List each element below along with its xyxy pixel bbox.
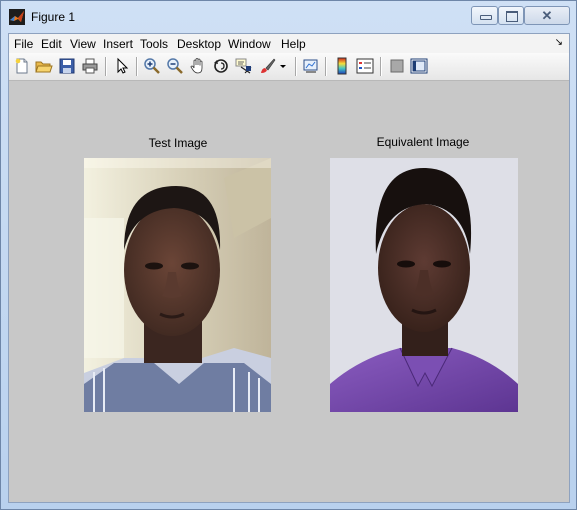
legend-icon[interactable] — [356, 57, 374, 75]
toolbar-separator — [380, 57, 381, 76]
data-cursor-icon[interactable] — [235, 57, 253, 75]
toolbar-separator — [295, 57, 296, 76]
equivalent-image — [330, 158, 518, 412]
brush-dropdown-icon[interactable] — [279, 57, 287, 75]
menu-overflow-icon[interactable]: ↘ — [555, 37, 563, 48]
toolbar-separator — [325, 57, 326, 76]
close-button[interactable]: ✕ — [524, 6, 570, 25]
figure-client-area: File Edit View Insert Tools Desktop Wind… — [8, 33, 570, 503]
maximize-button[interactable] — [498, 6, 524, 25]
minimize-button[interactable] — [471, 6, 498, 25]
toolbar-separator — [136, 57, 137, 76]
zoom-in-icon[interactable] — [143, 57, 161, 75]
toolbar-separator — [105, 57, 106, 76]
menu-edit[interactable]: Edit — [41, 37, 62, 51]
left-axes-title: Test Image — [148, 136, 208, 150]
title-bar[interactable]: Figure 1 ✕ — [1, 1, 576, 33]
menu-tools[interactable]: Tools — [140, 37, 168, 51]
window-title: Figure 1 — [31, 10, 76, 24]
show-plot-tools-icon[interactable] — [410, 57, 428, 75]
test-image — [84, 158, 271, 412]
zoom-out-icon[interactable] — [166, 57, 184, 75]
figure-toolbar — [9, 53, 569, 81]
menu-desktop[interactable]: Desktop — [177, 37, 221, 51]
menu-insert[interactable]: Insert — [103, 37, 133, 51]
brush-icon[interactable] — [259, 57, 277, 75]
right-axes-title: Equivalent Image — [376, 135, 470, 149]
edit-plot-arrow-icon[interactable] — [113, 57, 131, 75]
menu-file[interactable]: File — [14, 37, 33, 51]
close-icon: ✕ — [541, 8, 553, 23]
colorbar-icon[interactable] — [333, 57, 351, 75]
hide-plot-tools-icon[interactable] — [388, 57, 406, 75]
menu-bar: File Edit View Insert Tools Desktop Wind… — [9, 34, 569, 53]
new-figure-icon[interactable] — [13, 57, 31, 75]
menu-help[interactable]: Help — [281, 37, 306, 51]
rotate-3d-icon[interactable] — [212, 57, 230, 75]
save-icon[interactable] — [58, 57, 76, 75]
figure-canvas: Test Image Equivalent Image — [9, 81, 569, 502]
pan-hand-icon[interactable] — [189, 57, 207, 75]
matlab-logo-icon — [9, 9, 25, 25]
print-icon[interactable] — [81, 57, 99, 75]
menu-window[interactable]: Window — [228, 37, 271, 51]
figure-window: Figure 1 ✕ File Edit View Insert Tools D… — [0, 0, 577, 510]
menu-view[interactable]: View — [70, 37, 96, 51]
link-plot-icon[interactable] — [302, 57, 320, 75]
open-file-icon[interactable] — [35, 57, 53, 75]
